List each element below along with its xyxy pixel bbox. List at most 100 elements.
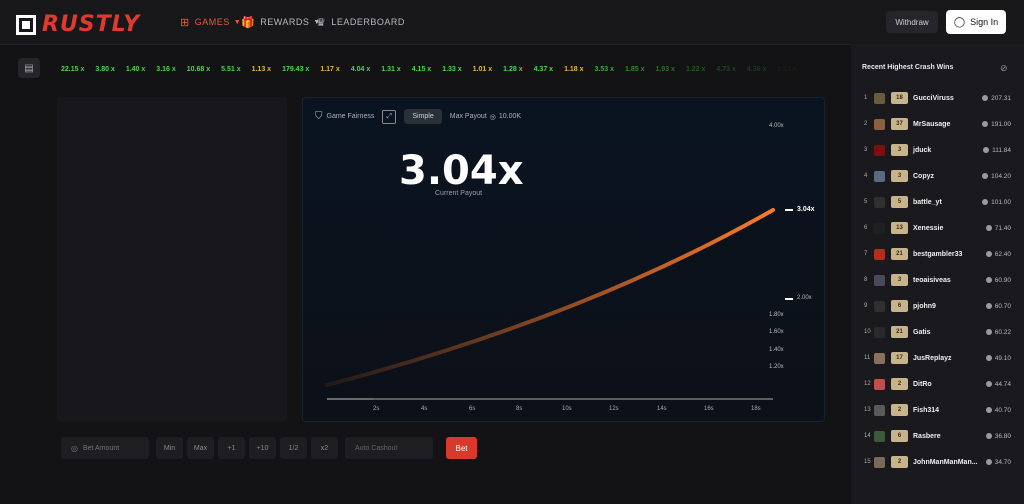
history-item: 1.33 x [442,66,462,73]
history-item: 3.16 x [156,66,176,73]
logo-mark [16,14,36,35]
leaderboard-rank: 7 [864,251,868,257]
leaderboard-amount-value: 191.00 [991,120,1011,128]
leaderboard-username: Copyz [913,172,934,180]
leaderboard-row[interactable]: 5 5 battle_yt 101.00 [851,189,1024,215]
coin-icon [985,380,992,387]
nav-rewards[interactable]: 🎁 REWARDS ▼ [241,0,321,44]
leaderboard-row[interactable]: 3 3 jduck 111.84 [851,137,1024,163]
leaderboard-amount-value: 44.74 [994,380,1011,388]
leaderboard-row[interactable]: 4 3 Copyz 104.20 [851,163,1024,189]
leaderboard-rank: 1 [864,95,868,101]
max-button[interactable]: Max [187,437,214,459]
leaderboard-row[interactable]: 7 21 bestgambler33 62.40 [851,241,1024,267]
bet-button[interactable]: Bet [446,437,477,459]
half-button[interactable]: 1/2 [280,437,307,459]
level-badge: 6 [891,300,908,312]
logo[interactable]: RUSTLY [16,12,140,37]
leaderboard-username: jduck [913,146,932,154]
plus-one-button[interactable]: +1 [218,437,245,459]
avatar [874,92,885,104]
leaderboard-username: JusReplayz [913,354,952,362]
bet-amount-input[interactable]: ◎ Bet Amount [61,437,149,459]
history-item: 1.31 x [381,66,401,73]
chat-toggle-button[interactable]: ▤ [18,58,40,78]
chat-icon: ▤ [24,62,34,74]
leaderboard-username: Gatis [913,328,931,336]
leaderboard-username: Xenessie [913,224,944,232]
auto-cashout-input[interactable]: Auto Cashout [345,437,433,459]
leaderboard-username: DitRo [913,380,932,388]
leaderboard-row[interactable]: 1 18 GucciViruss 207.31 [851,85,1024,111]
history-item: 4.73 x [716,66,736,73]
leaderboard-rank: 12 [864,381,871,387]
history-item: 4.04 x [350,66,371,73]
level-badge: 6 [891,430,908,442]
leaderboard-amount: 44.74 [985,380,1011,388]
leaderboard-rank: 2 [864,121,868,127]
leaderboard-row[interactable]: 15 2 JohnManManMan... 34.70 [851,449,1024,475]
eye-off-icon[interactable]: ⊘ [1000,63,1008,74]
leaderboard-row[interactable]: 6 13 Xenessie 71.40 [851,215,1024,241]
y-tick-label: 1.80x [769,312,784,318]
leaderboard-rank: 8 [864,277,868,283]
leaderboard-amount-value: 207.31 [991,94,1011,102]
leaderboard-row[interactable]: 14 6 Rasbere 36.80 [851,423,1024,449]
y-tick-label: 2.00x [797,295,812,301]
leaderboard-amount: 60.70 [985,302,1011,310]
nav-games[interactable]: ⊞ GAMES ▼ [180,0,241,44]
level-badge: 21 [891,326,908,338]
leaderboard-row[interactable]: 13 2 Fish314 40.70 [851,397,1024,423]
avatar [874,326,885,338]
leaderboard-row[interactable]: 9 6 pjohn9 60.70 [851,293,1024,319]
leaderboard-row[interactable]: 8 3 teoaisiveas 60.90 [851,267,1024,293]
leaderboard-username: teoaisiveas [913,276,951,284]
level-badge: 2 [891,404,908,416]
avatar [874,248,885,260]
leaderboard-rank: 13 [864,407,871,413]
leaderboard-amount: 104.20 [982,172,1011,180]
coin-icon [982,198,989,205]
leaderboard-row[interactable]: 2 37 MrSausage 191.00 [851,111,1024,137]
x-tick-label: 16s [704,406,714,412]
leaderboard-amount: 111.84 [983,146,1011,154]
coin-icon: ◎ [71,443,78,453]
leaderboard-username: Rasbere [913,432,941,440]
y-tick-label: 1.60x [769,329,784,335]
leaderboard-amount-value: 101.00 [991,198,1011,206]
leaderboard-rank: 10 [864,329,871,335]
leaderboard-row[interactable]: 10 21 Gatis 60.22 [851,319,1024,345]
x-tick-label: 8s [516,406,523,412]
nav-leaderboard[interactable]: ♛ LEADERBOARD [316,0,405,44]
min-button[interactable]: Min [156,437,183,459]
double-button[interactable]: x2 [311,437,338,459]
level-badge: 37 [891,118,908,130]
leaderboard-row[interactable]: 12 2 DitRo 44.74 [851,371,1024,397]
leaderboard-amount: 71.40 [985,224,1011,232]
leaderboard-row[interactable]: 11 17 JusReplayz 49.10 [851,345,1024,371]
y-tick-label: 4.00x [769,123,784,129]
leaderboard-username: GucciViruss [913,94,954,102]
history-item: 1.85 x [625,66,645,73]
crash-game-panel: ⛉ Game Fairness ⤢ Simple Max Payout ◎ 10… [302,97,825,422]
gift-icon: 🎁 [241,16,256,29]
leaderboard-rank: 5 [864,199,868,205]
sign-in-button[interactable]: ◯ Sign In [946,10,1006,34]
leaderboard-amount-value: 62.40 [994,250,1011,258]
history-item: 1.18 x [564,66,584,73]
leaderboard-amount: 36.80 [985,432,1011,440]
leaderboard-amount-value: 104.20 [991,172,1011,180]
level-badge: 5 [891,196,908,208]
leaderboard-amount: 207.31 [982,94,1011,102]
bet-amount-placeholder: Bet Amount [82,444,120,452]
history-item: 5.51 x [221,66,241,73]
leaderboard-amount-value: 40.70 [994,406,1011,414]
plus-ten-button[interactable]: +10 [249,437,276,459]
leaderboard-amount: 49.10 [985,354,1011,362]
leaderboard-amount: 60.90 [985,276,1011,284]
withdraw-button[interactable]: Withdraw [886,11,938,33]
level-badge: 17 [891,352,908,364]
crown-icon: ♛ [316,16,327,29]
x-tick-label: 6s [469,406,476,412]
leaderboard-amount-value: 49.10 [994,354,1011,362]
